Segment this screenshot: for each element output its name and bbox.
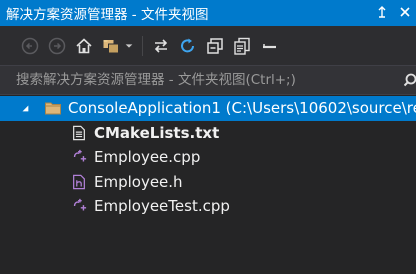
text-file-icon xyxy=(70,124,88,142)
tree-root-label: ConsoleApplication1 (C:\Users\10602\sour… xyxy=(68,99,416,118)
refresh-icon[interactable] xyxy=(176,34,200,58)
switch-views-icon[interactable] xyxy=(99,34,123,58)
collapse-all-icon[interactable] xyxy=(203,34,227,58)
home-icon[interactable] xyxy=(72,34,96,58)
close-icon[interactable] xyxy=(396,3,414,21)
tree-item-employee-h[interactable]: Employee.h xyxy=(0,170,416,195)
search-input[interactable] xyxy=(0,66,416,94)
tree-item-employee-cpp[interactable]: Employee.cpp xyxy=(0,145,416,170)
folder-tree: ConsoleApplication1 (C:\Users\10602\sour… xyxy=(0,96,416,219)
tree-item-cmakelists[interactable]: CMakeLists.txt xyxy=(0,121,416,146)
back-icon[interactable] xyxy=(18,34,42,58)
tree-root-item[interactable]: ConsoleApplication1 (C:\Users\10602\sour… xyxy=(0,96,416,121)
pin-icon[interactable] xyxy=(373,3,391,21)
search-box[interactable] xyxy=(0,65,416,95)
collapse-arrow-icon[interactable] xyxy=(20,102,30,114)
minus-icon[interactable] xyxy=(257,34,281,58)
tree-item-label: EmployeeTest.cpp xyxy=(94,197,230,216)
header-file-icon xyxy=(70,173,88,191)
cpp-file-icon xyxy=(70,148,88,166)
search-icon[interactable] xyxy=(403,72,416,90)
tree-item-label: Employee.cpp xyxy=(94,148,201,167)
folder-icon xyxy=(44,99,62,117)
tree-item-employeetest-cpp[interactable]: EmployeeTest.cpp xyxy=(0,194,416,219)
title-bar: 解决方案资源管理器 - 文件夹视图 xyxy=(0,0,416,26)
window-title: 解决方案资源管理器 - 文件夹视图 xyxy=(6,7,209,23)
sync-icon[interactable] xyxy=(149,34,173,58)
cpp-file-icon xyxy=(70,197,88,215)
forward-icon[interactable] xyxy=(45,34,69,58)
show-all-files-icon[interactable] xyxy=(230,34,254,58)
toolbar xyxy=(0,26,416,65)
tree-item-label: CMakeLists.txt xyxy=(94,123,220,142)
dropdown-icon[interactable] xyxy=(123,34,135,58)
tree-item-label: Employee.h xyxy=(94,172,183,191)
toolbar-divider xyxy=(142,35,143,56)
